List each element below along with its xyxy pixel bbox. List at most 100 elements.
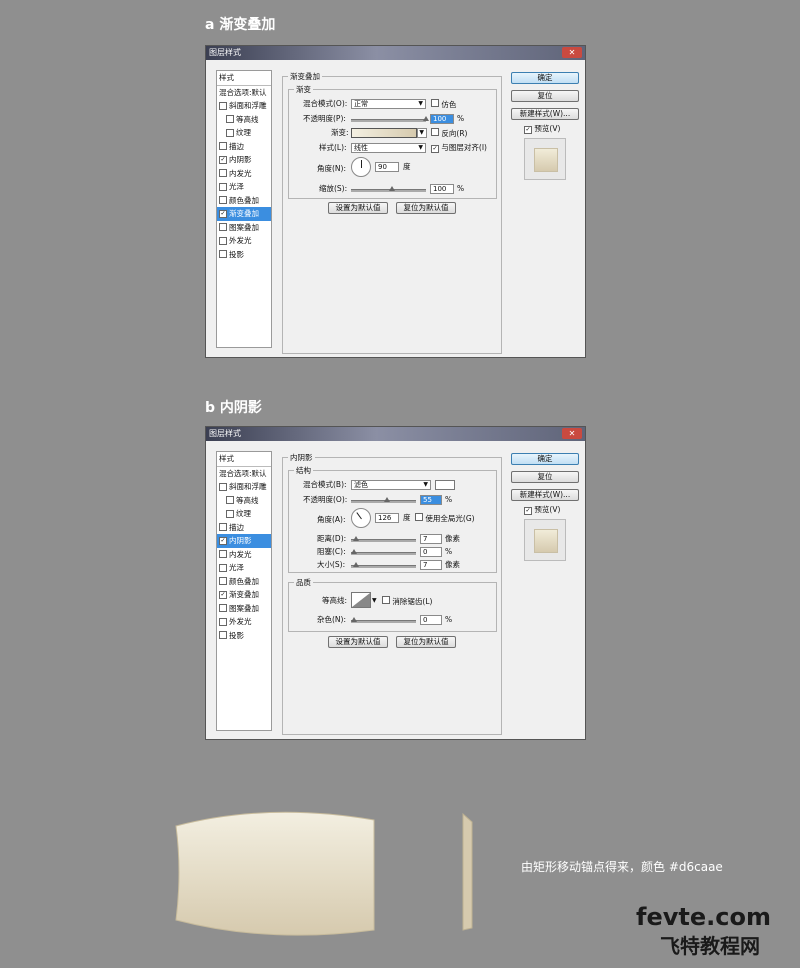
preview-checkbox[interactable]: ✓ 预览(V) (524, 505, 560, 515)
contour-picker[interactable] (351, 592, 371, 608)
style-item-pattern-overlay[interactable]: 图案叠加 (217, 602, 271, 616)
reset-button[interactable]: 复位 (511, 90, 579, 102)
checkbox[interactable] (219, 223, 227, 232)
style-item-gradient-overlay[interactable]: ✓ 渐变叠加 (217, 207, 271, 221)
size-input[interactable]: 7 (420, 560, 442, 570)
style-item-inner-shadow[interactable]: ✓ 内阴影 (217, 534, 271, 548)
checkbox[interactable] (226, 128, 234, 137)
style-item-texture[interactable]: 纹理 (217, 126, 271, 140)
style-select[interactable]: 线性 ▼ (351, 143, 426, 153)
checkbox-checked[interactable]: ✓ (219, 590, 227, 599)
distance-slider[interactable] (351, 536, 416, 542)
checkbox-checked[interactable]: ✓ (219, 155, 227, 164)
dither-checkbox[interactable]: 仿色 (431, 99, 456, 110)
style-item-blend-options[interactable]: 混合选项:默认 (217, 467, 271, 481)
gradient-dropdown[interactable]: ▼ (417, 128, 427, 138)
close-button[interactable]: ✕ (562, 428, 582, 439)
contour-dropdown-arrow-icon[interactable]: ▼ (372, 596, 377, 606)
scale-slider[interactable] (351, 186, 426, 192)
checkbox-checked[interactable]: ✓ (524, 507, 532, 515)
preview-checkbox[interactable]: ✓ 预览(V) (524, 124, 560, 134)
checkbox[interactable] (431, 128, 439, 136)
style-item-inner-glow[interactable]: 内发光 (217, 548, 271, 562)
blend-mode-select[interactable]: 滤色 ▼ (351, 480, 431, 490)
reset-to-default-button[interactable]: 复位为默认值 (396, 202, 456, 214)
checkbox[interactable] (219, 604, 227, 613)
distance-input[interactable]: 7 (420, 534, 442, 544)
slider-thumb[interactable] (351, 549, 357, 554)
align-with-layer-checkbox[interactable]: ✓ 与图层对齐(I) (431, 143, 487, 153)
checkbox[interactable] (226, 496, 234, 505)
slider-thumb[interactable] (353, 536, 359, 541)
checkbox[interactable] (226, 115, 234, 124)
close-button[interactable]: ✕ (562, 47, 582, 58)
checkbox[interactable] (219, 523, 227, 532)
angle-dial[interactable] (351, 157, 371, 177)
checkbox[interactable] (219, 250, 227, 259)
style-item-blend-options[interactable]: 混合选项:默认 (217, 86, 271, 100)
checkbox[interactable] (219, 142, 227, 151)
style-item-gradient-overlay[interactable]: ✓ 渐变叠加 (217, 588, 271, 602)
make-default-button[interactable]: 设置为默认值 (328, 636, 388, 648)
antialias-checkbox[interactable]: 消除锯齿(L) (382, 596, 432, 607)
slider-thumb[interactable] (353, 562, 359, 567)
style-item-inner-shadow[interactable]: ✓ 内阴影 (217, 153, 271, 167)
checkbox[interactable] (219, 196, 227, 205)
checkbox-checked[interactable]: ✓ (219, 209, 227, 218)
style-item-bevel-emboss[interactable]: 斜面和浮雕 (217, 99, 271, 113)
slider-thumb[interactable] (423, 116, 429, 121)
reverse-checkbox[interactable]: 反向(R) (431, 128, 467, 139)
style-item-stroke[interactable]: 描边 (217, 521, 271, 535)
style-item-bevel-emboss[interactable]: 斜面和浮雕 (217, 480, 271, 494)
style-item-inner-glow[interactable]: 内发光 (217, 167, 271, 181)
gradient-picker[interactable] (351, 128, 417, 138)
opacity-slider[interactable] (351, 497, 416, 503)
ok-button[interactable]: 确定 (511, 72, 579, 84)
ok-button[interactable]: 确定 (511, 453, 579, 465)
noise-input[interactable]: 0 (420, 615, 442, 625)
checkbox[interactable] (219, 182, 227, 191)
shadow-color-swatch[interactable] (435, 480, 455, 490)
style-item-outer-glow[interactable]: 外发光 (217, 615, 271, 629)
style-item-outer-glow[interactable]: 外发光 (217, 234, 271, 248)
style-item-texture[interactable]: 纹理 (217, 507, 271, 521)
global-light-checkbox[interactable]: 使用全局光(G) (415, 513, 475, 524)
opacity-slider[interactable] (351, 116, 429, 122)
checkbox[interactable] (431, 99, 439, 107)
style-item-drop-shadow[interactable]: 投影 (217, 629, 271, 643)
checkbox[interactable] (219, 101, 227, 110)
checkbox[interactable] (219, 236, 227, 245)
checkbox-checked[interactable]: ✓ (524, 126, 532, 134)
checkbox-checked[interactable]: ✓ (219, 536, 227, 545)
style-item-drop-shadow[interactable]: 投影 (217, 248, 271, 262)
new-style-button[interactable]: 新建样式(W)... (511, 489, 579, 501)
angle-input[interactable]: 90 (375, 162, 399, 172)
new-style-button[interactable]: 新建样式(W)... (511, 108, 579, 120)
slider-thumb[interactable] (389, 186, 395, 191)
style-item-color-overlay[interactable]: 颜色叠加 (217, 575, 271, 589)
checkbox[interactable] (219, 482, 227, 491)
style-item-pattern-overlay[interactable]: 图案叠加 (217, 221, 271, 235)
reset-button[interactable]: 复位 (511, 471, 579, 483)
checkbox[interactable] (219, 577, 227, 586)
angle-dial[interactable] (351, 508, 371, 528)
slider-thumb[interactable] (384, 497, 390, 502)
checkbox[interactable] (382, 596, 390, 604)
checkbox[interactable] (226, 509, 234, 518)
checkbox[interactable] (219, 563, 227, 572)
opacity-input[interactable]: 100 (430, 114, 454, 124)
choke-slider[interactable] (351, 549, 416, 555)
checkbox[interactable] (219, 631, 227, 640)
reset-to-default-button[interactable]: 复位为默认值 (396, 636, 456, 648)
style-item-contour[interactable]: 等高线 (217, 113, 271, 127)
blend-mode-select[interactable]: 正常 ▼ (351, 99, 426, 109)
checkbox-checked[interactable]: ✓ (431, 145, 439, 153)
size-slider[interactable] (351, 562, 416, 568)
make-default-button[interactable]: 设置为默认值 (328, 202, 388, 214)
style-item-satin[interactable]: 光泽 (217, 180, 271, 194)
choke-input[interactable]: 0 (420, 547, 442, 557)
opacity-input[interactable]: 55 (420, 495, 442, 505)
angle-input[interactable]: 126 (375, 513, 399, 523)
slider-thumb[interactable] (351, 617, 357, 622)
checkbox[interactable] (415, 513, 423, 521)
